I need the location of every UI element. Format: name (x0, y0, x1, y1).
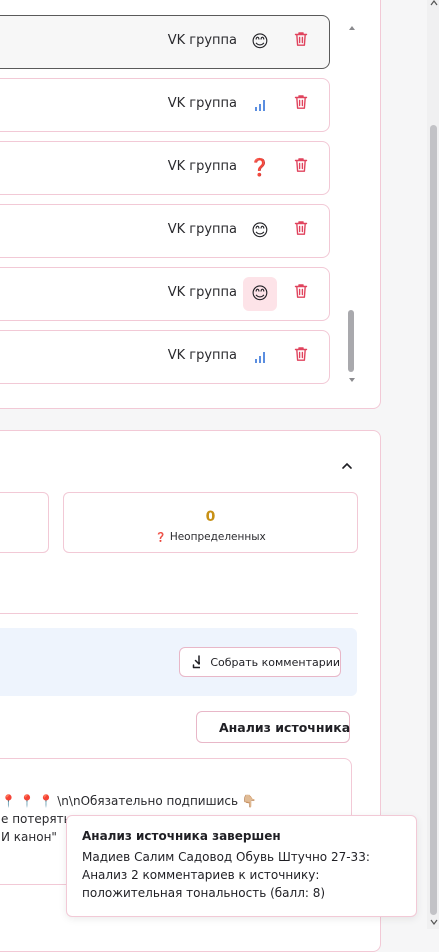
question-icon: ❓ (155, 533, 167, 543)
delete-trash-icon[interactable] (294, 283, 312, 303)
smile-glyph: 😊 (251, 32, 269, 52)
question-icon[interactable]: ❓ (243, 151, 277, 185)
comment-line-3: И канон" (1, 830, 57, 844)
delete-trash-icon[interactable] (294, 94, 312, 114)
source-type-label: VK группа (167, 33, 237, 48)
toast-title: Анализ источника завершен (82, 829, 281, 843)
undetermined-label-row: ❓ Неопределенных (64, 531, 357, 543)
source-row[interactable]: VK группа (0, 330, 330, 384)
source-row[interactable]: VK группа 😊 (0, 204, 330, 258)
divider (0, 613, 358, 614)
undetermined-count: 0 (205, 509, 216, 525)
collapse-chevron-icon[interactable] (341, 461, 353, 471)
source-row[interactable]: VK группа (0, 78, 330, 132)
smile-icon[interactable]: 😊 (243, 277, 277, 311)
analyze-source-label: Анализ источника (219, 719, 351, 735)
collect-comments-button[interactable]: Собрать комментарии (179, 647, 341, 677)
source-row[interactable]: VK группа 😊 (0, 267, 330, 321)
sources-card: VK группа 😊 VK группа VK группа ❓ VK группа 😊 V… (0, 0, 381, 409)
bar-chart-icon[interactable] (243, 88, 277, 122)
smile-glyph: 😊 (251, 284, 269, 304)
smile-icon[interactable]: 😊 (243, 25, 277, 59)
source-type-label: VK группа (167, 285, 237, 300)
source-row[interactable]: VK группа 😊 (0, 15, 330, 69)
source-row[interactable]: VK группа ❓ (0, 141, 330, 195)
source-type-label: VK группа (167, 159, 237, 174)
comment-line-2: е потерять (1, 812, 71, 826)
source-type-label: VK группа (167, 222, 237, 237)
undetermined-label: Неопределенных (169, 531, 266, 543)
smile-icon[interactable]: 😊 (243, 214, 277, 248)
scroll-up-arrow-icon[interactable] (430, 0, 438, 6)
source-type-label: VK группа (167, 96, 237, 111)
smile-glyph: 😊 (251, 221, 269, 241)
delete-trash-icon[interactable] (294, 157, 312, 177)
source-type-label: VK группа (167, 348, 237, 363)
delete-trash-icon[interactable] (294, 346, 312, 366)
toast-notification: Анализ источника завершен Мадиев Салим С… (66, 815, 417, 917)
list-scroll-up-icon[interactable] (347, 24, 357, 32)
download-icon (192, 655, 201, 669)
bar-chart-icon[interactable] (243, 340, 277, 374)
delete-trash-icon[interactable] (294, 31, 312, 51)
comment-line-1: 📍 📍 📍 \n\nОбязательно подпишись 👇🏼 (1, 794, 257, 808)
list-scroll-down-icon[interactable] (347, 376, 357, 384)
collect-panel: Собрать комментарии (0, 628, 357, 696)
toast-message: Мадиев Салим Садовод Обувь Штучно 27-33:… (82, 850, 370, 900)
analyze-source-button[interactable]: Анализ источника (196, 711, 350, 743)
question-glyph: ❓ (249, 158, 271, 178)
scroll-down-arrow-icon[interactable] (430, 919, 438, 925)
stat-box-undetermined: 0 ❓ Неопределенных (63, 492, 358, 553)
delete-trash-icon[interactable] (294, 220, 312, 240)
stat-box-left (0, 492, 49, 553)
list-scrollbar-thumb[interactable] (348, 310, 354, 372)
page-scrollbar-thumb[interactable] (430, 125, 437, 915)
collect-comments-label: Собрать комментарии (210, 655, 340, 669)
